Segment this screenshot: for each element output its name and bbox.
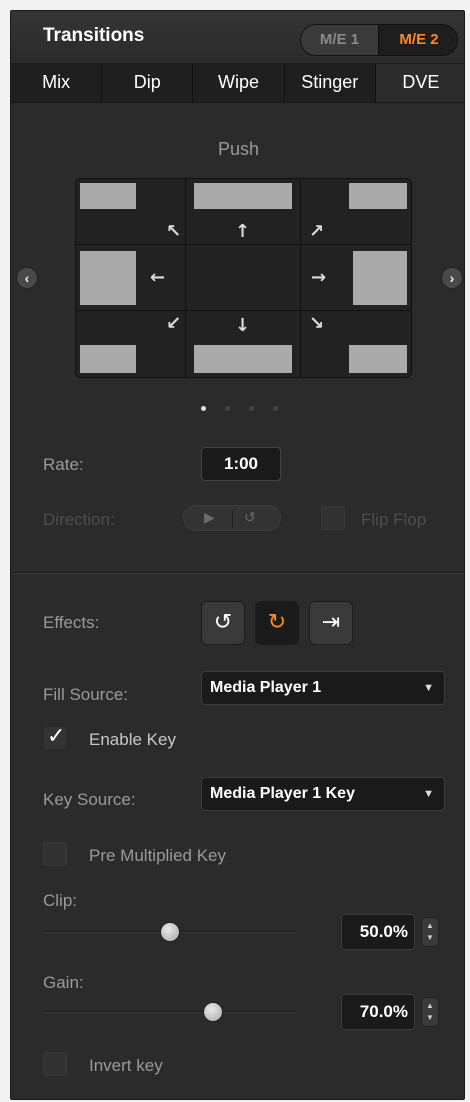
tab-mix[interactable]: Mix xyxy=(11,64,103,102)
reverse-icon: ↺ xyxy=(244,509,256,525)
panel-header: Transitions M/E 1 M/E 2 xyxy=(11,11,464,61)
direction-separator xyxy=(232,510,233,528)
tab-dve[interactable]: DVE xyxy=(375,64,464,102)
chevron-right-icon: › xyxy=(449,270,455,286)
enable-key-checkbox[interactable]: ✓ xyxy=(43,724,67,750)
rotate-counterclockwise-button[interactable]: ↺ xyxy=(201,601,245,645)
enable-key-label: Enable Key xyxy=(89,730,176,749)
push-left-cell[interactable]: ← xyxy=(76,245,186,311)
invert-key-checkbox[interactable] xyxy=(43,1052,67,1076)
clip-slider-knob[interactable] xyxy=(160,922,180,942)
push-top-right-cell[interactable]: ↗ xyxy=(301,179,411,245)
transitions-panel: Transitions M/E 1 M/E 2 Mix Dip Wipe Sti… xyxy=(10,10,465,1100)
arrow-up-left-icon: ↖ xyxy=(166,221,182,242)
fill-source-select[interactable]: Media Player 1 ▼ xyxy=(201,671,445,705)
direction-label: Direction: xyxy=(43,510,115,529)
arrow-up-right-icon: ↗ xyxy=(309,221,325,242)
gain-stepper[interactable]: ▲ ▼ xyxy=(421,997,439,1027)
stepper-up-icon: ▲ xyxy=(426,921,434,930)
rotate-clockwise-button[interactable]: ↻ xyxy=(255,601,299,645)
me2-button[interactable]: M/E 2 xyxy=(380,25,457,55)
dve-effect-name: Push xyxy=(217,139,260,159)
effects-label: Effects: xyxy=(43,613,100,632)
play-icon: ▶ xyxy=(204,509,215,525)
tab-stinger[interactable]: Stinger xyxy=(284,64,376,102)
preview-block xyxy=(353,251,407,305)
invert-key-label: Invert key xyxy=(89,1056,163,1075)
preview-block xyxy=(80,183,136,209)
fill-source-label: Fill Source: xyxy=(43,685,129,704)
gain-slider[interactable] xyxy=(43,1011,297,1013)
clip-value-field[interactable]: 50.0% xyxy=(341,914,415,950)
stepper-down-icon: ▼ xyxy=(426,1013,434,1022)
push-bottom-left-cell[interactable]: ↙ xyxy=(76,311,186,377)
rate-field[interactable]: 1:00 xyxy=(201,447,281,481)
arrow-down-icon: ↓ xyxy=(235,315,251,336)
fill-source-value: Media Player 1 xyxy=(210,679,322,696)
flip-flop-label: Flip Flop xyxy=(361,510,427,529)
rotate-ccw-icon: ↺ xyxy=(213,610,233,635)
preview-block xyxy=(349,345,407,373)
dropdown-caret-icon: ▼ xyxy=(423,788,434,800)
arrow-down-right-icon: ↘ xyxy=(309,313,325,334)
chevron-left-icon: ‹ xyxy=(24,270,30,286)
preview-block xyxy=(194,345,292,373)
clip-stepper[interactable]: ▲ ▼ xyxy=(421,917,439,947)
preview-block xyxy=(194,183,292,209)
rotate-cw-icon: ↻ xyxy=(267,610,287,635)
page-dot[interactable] xyxy=(249,406,254,411)
direction-toggle: ▶ ↺ xyxy=(183,505,281,531)
me-switch: M/E 1 M/E 2 xyxy=(300,24,458,56)
gain-label: Gain: xyxy=(43,973,84,992)
push-bottom-right-cell[interactable]: ↘ xyxy=(301,311,411,377)
preview-block xyxy=(349,183,407,209)
page-dot[interactable] xyxy=(201,406,206,411)
panel-title: Transitions xyxy=(43,25,145,46)
push-down-cell[interactable]: ↓ xyxy=(186,311,301,377)
pre-multiplied-key-checkbox[interactable] xyxy=(43,842,67,866)
arrow-left-icon: ← xyxy=(150,267,166,288)
stepper-up-icon: ▲ xyxy=(426,1001,434,1010)
pre-multiplied-key-label: Pre Multiplied Key xyxy=(89,846,227,865)
arrow-right-icon: → xyxy=(311,267,327,288)
section-divider xyxy=(11,572,464,574)
checkmark-icon: ✓ xyxy=(47,724,66,749)
preview-block xyxy=(80,345,136,373)
previous-page-button[interactable]: ‹ xyxy=(16,267,38,289)
push-right-cell[interactable]: → xyxy=(301,245,411,311)
page-dot[interactable] xyxy=(273,406,278,411)
arrow-to-bar-icon: ⇥ xyxy=(321,610,341,635)
transition-tabs: Mix Dip Wipe Stinger DVE xyxy=(11,63,464,103)
stepper-down-icon: ▼ xyxy=(426,933,434,942)
tab-wipe[interactable]: Wipe xyxy=(193,64,285,102)
dropdown-caret-icon: ▼ xyxy=(423,682,434,694)
key-source-select[interactable]: Media Player 1 Key ▼ xyxy=(201,777,445,811)
preview-block xyxy=(80,251,136,305)
push-up-cell[interactable]: ↑ xyxy=(186,179,301,245)
key-source-value: Media Player 1 Key xyxy=(210,785,355,802)
push-top-left-cell[interactable]: ↖ xyxy=(76,179,186,245)
push-center-cell xyxy=(186,245,301,311)
flip-flop-checkbox[interactable] xyxy=(321,506,345,530)
page-dot[interactable] xyxy=(225,406,230,411)
clip-label: Clip: xyxy=(43,891,78,910)
next-page-button[interactable]: › xyxy=(441,267,463,289)
tab-dip[interactable]: Dip xyxy=(102,64,194,102)
gain-value-field[interactable]: 70.0% xyxy=(341,994,415,1030)
fly-in-button[interactable]: ⇥ xyxy=(309,601,353,645)
rate-label: Rate: xyxy=(43,455,84,474)
me1-button[interactable]: M/E 1 xyxy=(301,25,379,55)
key-source-label: Key Source: xyxy=(43,790,136,809)
arrow-down-left-icon: ↙ xyxy=(166,313,182,334)
arrow-up-icon: ↑ xyxy=(235,221,251,242)
gain-slider-knob[interactable] xyxy=(203,1002,223,1022)
page-indicator xyxy=(201,406,291,414)
dve-direction-grid: ↖ ↑ ↗ ← → ↙ ↓ ↘ xyxy=(75,178,412,378)
